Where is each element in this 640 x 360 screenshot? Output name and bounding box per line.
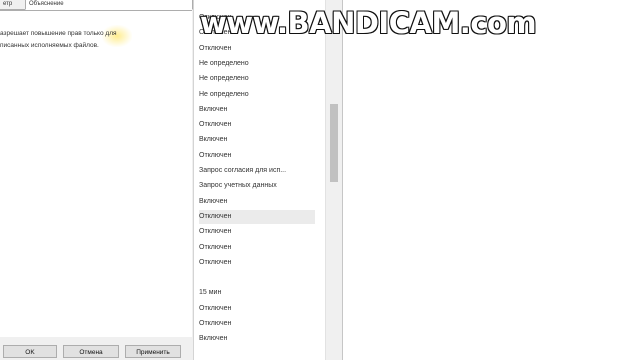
- policy-value-row[interactable]: Включен: [199, 332, 315, 346]
- properties-dialog: етр Объяснение азрешает повышение прав т…: [0, 0, 194, 360]
- policy-value-row[interactable]: Отключен: [199, 256, 315, 270]
- policy-value-row[interactable]: Включен: [199, 133, 315, 147]
- scrollbar-thumb[interactable]: [330, 104, 338, 182]
- policy-value-row[interactable]: Отключен: [199, 241, 315, 255]
- policy-value-row[interactable]: Включен: [199, 195, 315, 209]
- policy-value-row[interactable]: Не определено: [199, 57, 315, 71]
- apply-button[interactable]: Применить: [125, 345, 181, 358]
- policy-value-row[interactable]: Включен: [199, 103, 315, 117]
- explanation-panel: азрешает повышение прав только для писан…: [0, 10, 192, 337]
- policy-value-row[interactable]: Отключен: [199, 302, 315, 316]
- policy-description: азрешает повышение прав только для писан…: [0, 28, 190, 52]
- policy-value-row[interactable]: 15 мин: [199, 286, 315, 300]
- policy-value-row[interactable]: Отключен: [199, 225, 315, 239]
- policy-value-row[interactable]: Отключен: [199, 42, 315, 56]
- dialog-tabs: етр Объяснение: [0, 0, 193, 10]
- empty-area: [343, 0, 640, 360]
- policy-value-row[interactable]: Запрос учетных данных: [199, 179, 315, 193]
- policy-value-row[interactable]: Запрос согласия для исп...: [199, 164, 315, 178]
- policy-value-row[interactable]: Отключен: [199, 149, 315, 163]
- policy-value-row[interactable]: Отключен: [199, 118, 315, 132]
- tab-parameter[interactable]: етр: [0, 0, 27, 10]
- policy-value-row[interactable]: [199, 271, 315, 285]
- ok-button[interactable]: OK: [3, 345, 57, 358]
- policy-value-row[interactable]: Не определено: [199, 72, 315, 86]
- vertical-scrollbar[interactable]: [325, 0, 343, 360]
- description-line: азрешает повышение прав только для: [0, 30, 117, 37]
- cancel-button[interactable]: Отмена: [63, 345, 119, 358]
- bandicam-watermark: www.BANDICAM.com: [200, 6, 537, 40]
- policy-value-row[interactable]: Отключен: [199, 209, 315, 224]
- tab-explanation[interactable]: Объяснение: [25, 0, 193, 10]
- policy-value-row[interactable]: Отключен: [199, 317, 315, 331]
- description-line: писанных исполняемых файлов.: [0, 42, 99, 49]
- policy-value-row[interactable]: Не определено: [199, 88, 315, 102]
- policy-values-list: Отключен Отключен Отключен Не определено Не …: [193, 0, 326, 360]
